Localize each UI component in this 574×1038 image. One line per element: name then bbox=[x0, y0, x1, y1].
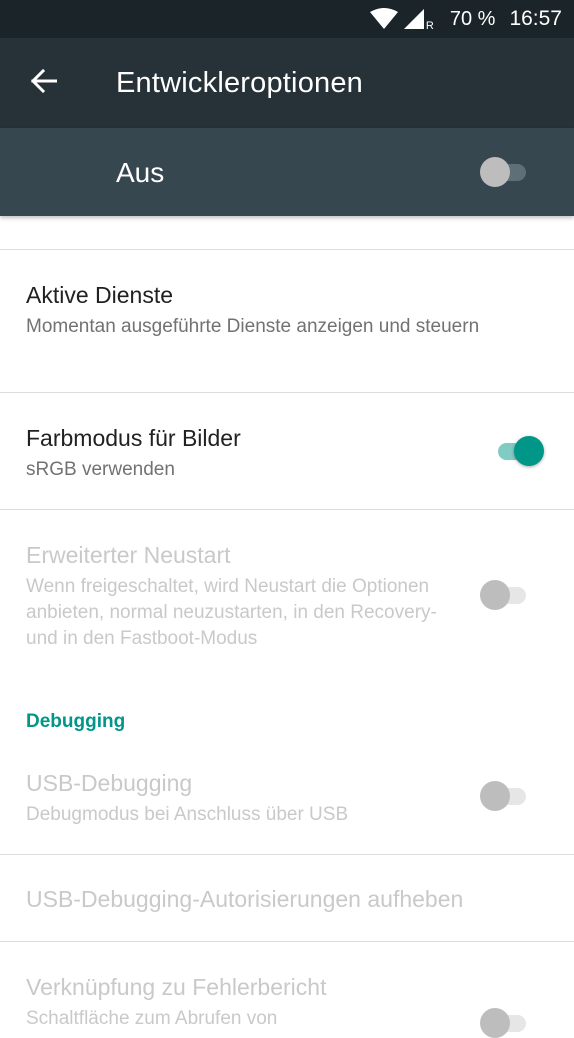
master-switch-bar[interactable]: Aus bbox=[0, 128, 574, 216]
toggle-thumb bbox=[480, 580, 510, 610]
item-summary: Debugmodus bei Anschluss über USB bbox=[26, 804, 349, 825]
item-title: Farbmodus für Bilder bbox=[26, 425, 241, 451]
toggle-thumb bbox=[514, 436, 544, 466]
cell-signal-icon bbox=[403, 9, 424, 29]
usb-debugging-toggle[interactable] bbox=[480, 781, 532, 811]
erweiterter-neustart-toggle[interactable] bbox=[480, 580, 532, 610]
item-summary: Momentan ausgeführte Dienste anzeigen un… bbox=[26, 316, 480, 337]
item-summary: Wenn freigeschaltet, wird Neustart die O… bbox=[26, 576, 437, 649]
status-icons: R 70 % 16:57 bbox=[369, 0, 562, 38]
roaming-indicator: R bbox=[425, 20, 434, 32]
wifi-icon bbox=[369, 8, 398, 30]
farbmodus-toggle[interactable] bbox=[492, 436, 544, 466]
toggle-thumb bbox=[480, 1008, 510, 1038]
status-bar: R 70 % 16:57 bbox=[0, 0, 574, 38]
settings-list: Aktive Dienste Momentan ausgeführte Dien… bbox=[0, 216, 574, 1038]
item-title: Aktive Dienste bbox=[26, 282, 174, 308]
clock: 16:57 bbox=[509, 7, 562, 30]
master-toggle-thumb bbox=[480, 157, 510, 187]
item-summary: Schaltfläche zum Abrufen von bbox=[26, 1008, 278, 1029]
master-toggle[interactable] bbox=[480, 157, 532, 187]
item-title: USB-Debugging bbox=[26, 770, 193, 796]
section-header-debugging: Debugging bbox=[26, 711, 126, 732]
page-title: Entwickleroptionen bbox=[116, 67, 364, 99]
back-arrow-icon bbox=[30, 68, 58, 98]
item-title: Erweiterter Neustart bbox=[26, 542, 231, 568]
item-title: Verknüpfung zu Fehlerbericht bbox=[26, 974, 327, 1000]
fehlerbericht-toggle[interactable] bbox=[480, 1008, 532, 1038]
toggle-thumb bbox=[480, 781, 510, 811]
back-button[interactable] bbox=[18, 59, 70, 107]
item-title: USB-Debugging-Autorisierungen aufheben bbox=[26, 886, 464, 912]
app-bar: Entwickleroptionen bbox=[0, 38, 574, 128]
item-summary: sRGB verwenden bbox=[26, 459, 175, 480]
battery-percentage: 70 % bbox=[449, 7, 496, 30]
master-switch-label: Aus bbox=[116, 157, 165, 188]
